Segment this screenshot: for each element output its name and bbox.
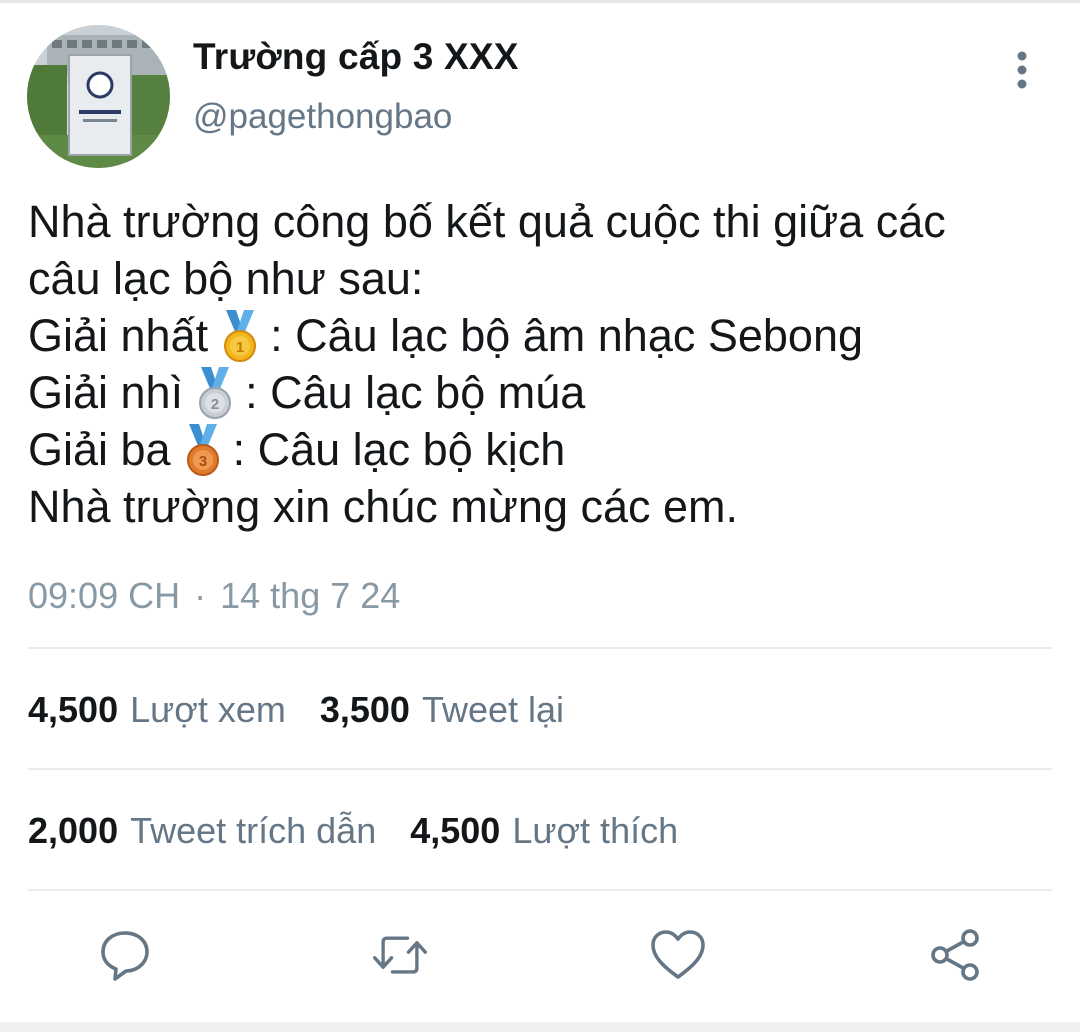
tweet-date: 14 thg 7 24: [220, 575, 401, 616]
retweet-icon: [373, 936, 427, 974]
quotes-count: 2,000: [28, 810, 119, 851]
tweet-timestamp[interactable]: 09:09 CH · 14 thg 7 24: [28, 575, 400, 617]
quotes-label: Tweet trích dẫn: [130, 810, 377, 851]
second-prize-text: : Câu lạc bộ múa: [245, 367, 586, 418]
stats-row: 2,000 Tweet trích dẫn 4,500 Lượt thích: [28, 810, 712, 852]
svg-text:2: 2: [211, 396, 219, 413]
user-handle[interactable]: @pagethongbao: [193, 97, 452, 137]
heart-icon: [651, 930, 705, 979]
bronze-medal-icon: 3: [183, 422, 223, 478]
divider: [28, 889, 1052, 891]
third-prize-label: Giải ba: [28, 424, 171, 475]
likes-label: Lượt thích: [512, 810, 679, 851]
more-vertical-icon: [1017, 51, 1027, 89]
first-prize-label: Giải nhất: [28, 310, 209, 361]
retweet-button[interactable]: [370, 925, 430, 985]
quotes-stat[interactable]: 2,000 Tweet trích dẫn: [28, 810, 376, 852]
views-stat[interactable]: 4,500 Lượt xem: [28, 689, 286, 731]
avatar-image: [27, 25, 170, 168]
views-label: Lượt xem: [130, 689, 286, 730]
tweet-line: câu lạc bộ như sau:: [28, 253, 424, 304]
tweet-actions: [0, 925, 1080, 989]
tweet-line: Nhà trường xin chúc mừng các em.: [28, 481, 739, 532]
third-prize-text: : Câu lạc bộ kịch: [232, 424, 566, 475]
second-prize-line: Giải nhì 2 : Câu lạc bộ múa: [28, 364, 1058, 421]
bottom-divider: [0, 1022, 1080, 1032]
reply-button[interactable]: [95, 925, 155, 985]
like-button[interactable]: [648, 925, 708, 985]
first-prize-text: : Câu lạc bộ âm nhạc Sebong: [270, 310, 864, 361]
likes-count: 4,500: [410, 810, 501, 851]
silver-medal-icon: 2: [195, 365, 235, 421]
svg-text:3: 3: [198, 453, 206, 470]
likes-stat[interactable]: 4,500 Lượt thích: [410, 810, 678, 852]
tweet-line: Nhà trường công bố kết quả cuộc thi giữa…: [28, 196, 946, 247]
top-divider: [0, 0, 1080, 3]
timestamp-separator: ·: [194, 575, 207, 616]
reply-icon: [101, 931, 149, 981]
share-button[interactable]: [926, 925, 986, 985]
divider: [28, 768, 1052, 770]
display-name[interactable]: Trường cấp 3 XXX: [193, 36, 519, 78]
divider: [28, 647, 1052, 649]
first-prize-line: Giải nhất 1 : Câu lạc bộ âm nhạc Sebong: [28, 307, 1058, 364]
retweets-count: 3,500: [319, 689, 410, 730]
share-icon: [931, 929, 979, 981]
tweet-time: 09:09 CH: [28, 575, 181, 616]
gold-medal-icon: 1: [220, 308, 260, 364]
retweets-label: Tweet lại: [421, 689, 565, 730]
retweets-stat[interactable]: 3,500 Tweet lại: [320, 689, 564, 731]
svg-text:1: 1: [236, 339, 244, 356]
stats-row: 4,500 Lượt xem 3,500 Tweet lại: [28, 689, 598, 731]
views-count: 4,500: [28, 689, 119, 730]
tweet-text: Nhà trường công bố kết quả cuộc thi giữa…: [28, 193, 1058, 535]
avatar[interactable]: [27, 25, 170, 168]
more-options-button[interactable]: [1000, 48, 1044, 92]
third-prize-line: Giải ba 3 : Câu lạc bộ kịch: [28, 421, 1058, 478]
second-prize-label: Giải nhì: [28, 367, 184, 418]
